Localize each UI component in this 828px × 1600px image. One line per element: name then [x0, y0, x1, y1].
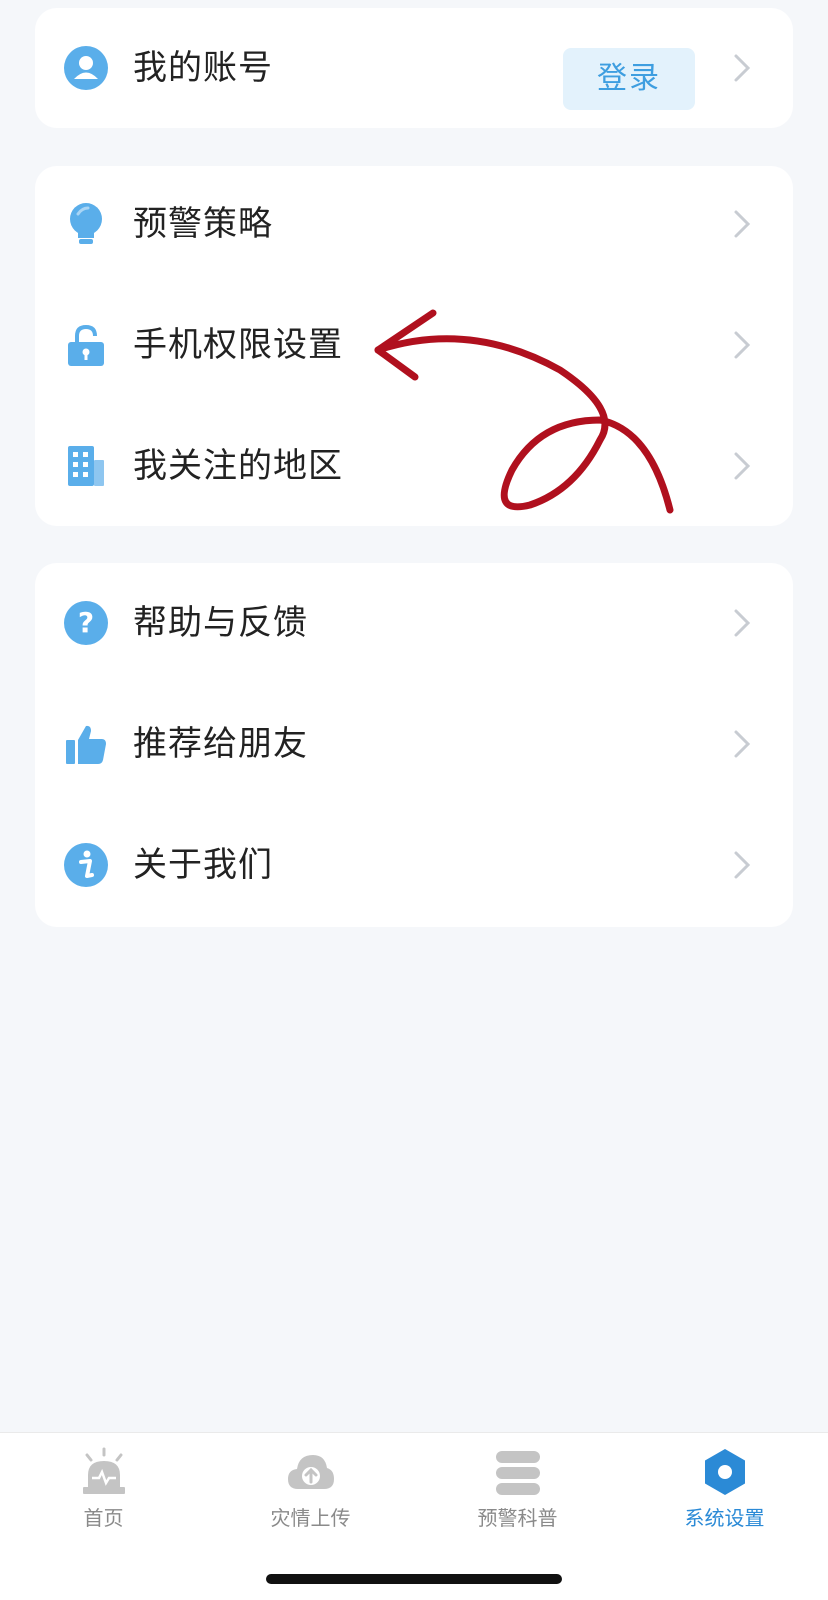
- followed-regions-row[interactable]: 我关注的地区: [35, 416, 793, 516]
- tab-system-settings-label: 系统设置: [684, 1506, 765, 1530]
- cloud-upload-icon: [288, 1455, 334, 1489]
- recommend-friends-row[interactable]: 推荐给朋友: [35, 694, 793, 794]
- chevron-right-icon: [734, 54, 751, 82]
- tab-system-settings[interactable]: 系统设置: [621, 1433, 828, 1553]
- tab-warning-science-label: 预警科普: [477, 1506, 558, 1530]
- phone-permissions-label: 手机权限设置: [133, 325, 343, 365]
- svg-text:?: ?: [78, 606, 94, 639]
- chevron-right-icon: [734, 730, 751, 758]
- login-button[interactable]: 登录: [563, 48, 695, 110]
- chevron-right-icon: [734, 851, 751, 879]
- about-us-label: 关于我们: [133, 845, 273, 885]
- book-stack-icon: [496, 1451, 540, 1495]
- tab-disaster-upload-label: 灾情上传: [270, 1506, 351, 1530]
- about-us-row[interactable]: 关于我们: [35, 815, 793, 915]
- tab-home[interactable]: 首页: [0, 1433, 207, 1553]
- my-account-label: 我的账号: [133, 48, 273, 88]
- chevron-right-icon: [734, 331, 751, 359]
- chevron-right-icon: [734, 452, 751, 480]
- help-feedback-label: 帮助与反馈: [133, 603, 308, 643]
- help-icon: ?: [64, 601, 108, 645]
- home-indicator: [266, 1574, 562, 1584]
- user-icon: [64, 46, 108, 90]
- settings-card: 预警策略 手机权限设置 我关注的地区: [35, 166, 793, 526]
- phone-permissions-row[interactable]: 手机权限设置: [35, 295, 793, 395]
- followed-regions-label: 我关注的地区: [133, 446, 343, 486]
- thumbs-up-icon: [66, 725, 106, 764]
- lightbulb-icon: [70, 203, 102, 244]
- info-icon: [64, 843, 108, 887]
- chevron-right-icon: [734, 609, 751, 637]
- alarm-light-icon: [83, 1447, 125, 1494]
- lock-icon: [68, 324, 104, 366]
- settings-hexagon-icon: [705, 1449, 745, 1495]
- tab-disaster-upload[interactable]: 灾情上传: [207, 1433, 414, 1553]
- my-account-row[interactable]: 我的账号 登录: [35, 18, 793, 118]
- chevron-right-icon: [734, 210, 751, 238]
- tab-home-label: 首页: [83, 1506, 124, 1530]
- account-card: 我的账号 登录: [35, 8, 793, 128]
- tab-warning-science[interactable]: 预警科普: [414, 1433, 621, 1553]
- help-feedback-row[interactable]: ? 帮助与反馈: [35, 573, 793, 673]
- recommend-friends-label: 推荐给朋友: [133, 724, 308, 764]
- warning-strategy-label: 预警策略: [133, 204, 273, 244]
- support-card: ? 帮助与反馈 推荐给朋友 关于我们: [35, 563, 793, 927]
- building-icon: [68, 446, 104, 486]
- warning-strategy-row[interactable]: 预警策略: [35, 174, 793, 274]
